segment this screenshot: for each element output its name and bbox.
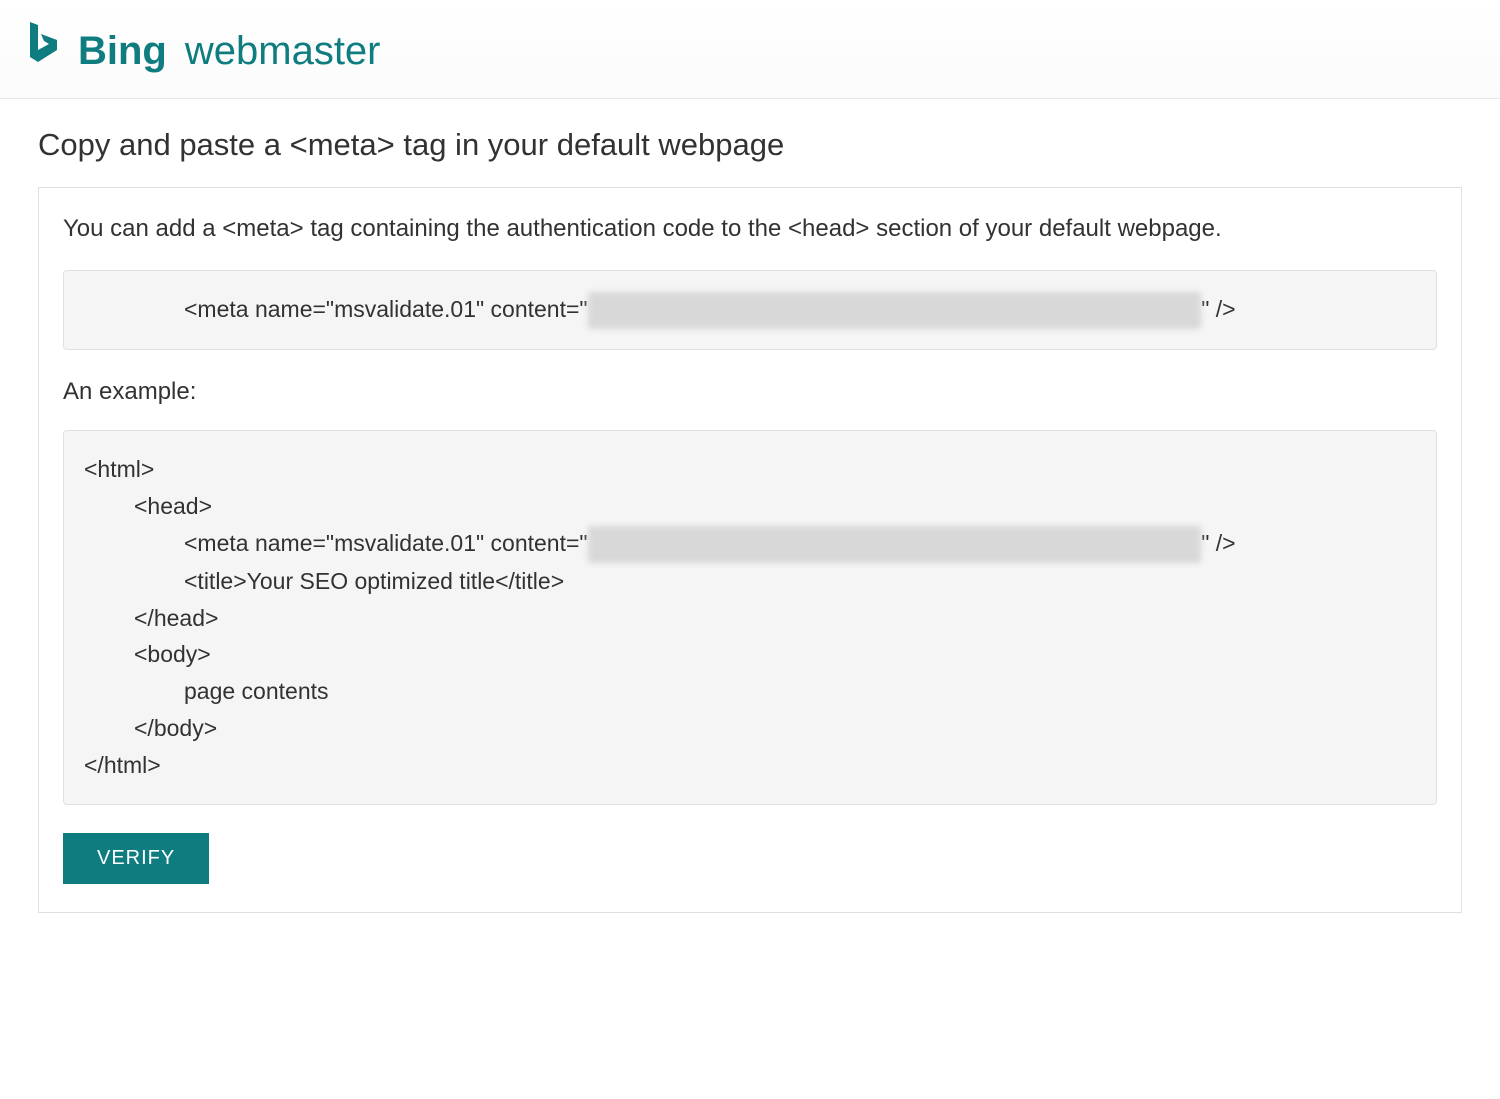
code-line-prefix: <meta name="msvalidate.01" content=" <box>184 530 588 556</box>
verification-panel: You can add a <meta> tag containing the … <box>38 187 1462 913</box>
verify-button[interactable]: VERIFY <box>63 833 209 884</box>
code-line: </head> <box>84 600 218 637</box>
code-line: <body> <box>84 636 211 673</box>
auth-code-redacted: XXXXXXXXXXXXXXXXXXXXXXXXXXXXXXXXXXXXXXXX <box>588 292 1202 329</box>
auth-code-redacted: XXXXXXXXXXXXXXXXXXXXXXXXXXXXXXXXXXXXXXXX <box>588 526 1202 563</box>
instruction-text: You can add a <meta> tag containing the … <box>63 212 1437 246</box>
section-title: Copy and paste a <meta> tag in your defa… <box>38 127 1462 163</box>
brand-name: Bing <box>78 29 167 74</box>
code-line: <head> <box>84 488 212 525</box>
code-line-suffix: " /> <box>1201 530 1235 556</box>
code-line: </body> <box>84 710 217 747</box>
code-line: <title>Your SEO optimized title</title> <box>84 563 564 600</box>
brand-logo: Bing webmaster <box>24 20 381 74</box>
main-content: Copy and paste a <meta> tag in your defa… <box>0 99 1500 953</box>
code-line: page contents <box>84 673 329 710</box>
code-line: <html> <box>84 456 154 482</box>
example-label: An example: <box>63 378 1437 406</box>
product-name: webmaster <box>185 29 381 74</box>
bing-icon <box>24 20 60 64</box>
example-code-block[interactable]: <html> <head> <meta name="msvalidate.01" c… <box>63 430 1437 805</box>
code-line: </html> <box>84 752 161 778</box>
meta-tag-prefix: <meta name="msvalidate.01" content=" <box>184 296 588 322</box>
meta-tag-code-block[interactable]: <meta name="msvalidate.01" content="XXXX… <box>63 270 1437 350</box>
meta-tag-suffix: " /> <box>1201 296 1235 322</box>
page-header: Bing webmaster <box>0 0 1500 99</box>
